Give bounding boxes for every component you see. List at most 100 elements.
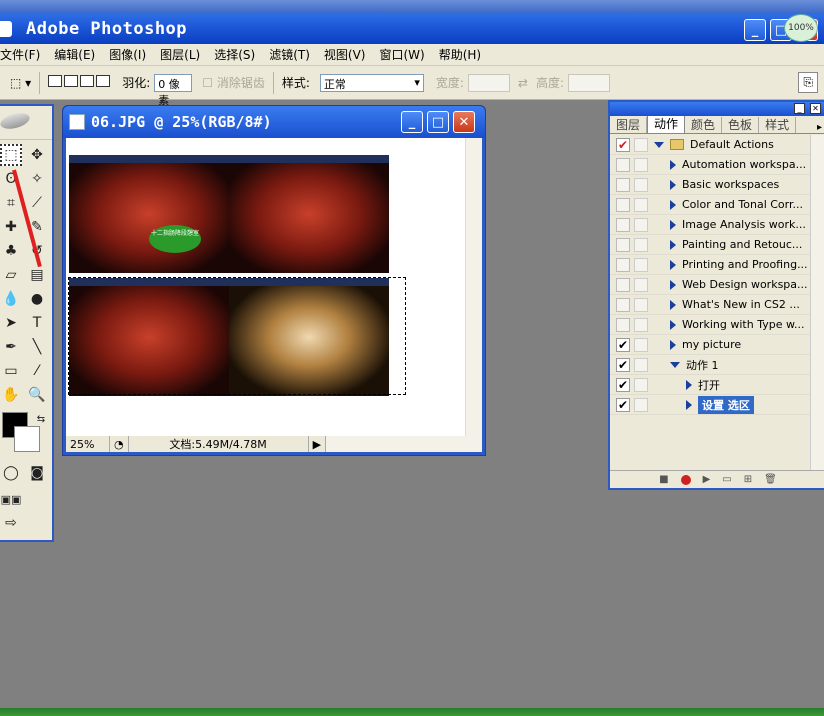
doc-minimize-button[interactable]: _ — [401, 111, 423, 133]
expand-down-icon[interactable] — [670, 361, 680, 368]
dialog-toggle-checkbox[interactable] — [634, 377, 648, 392]
panel-minimize-button[interactable]: _ — [794, 103, 805, 114]
dialog-toggle-checkbox[interactable] — [634, 157, 648, 172]
new-action-icon[interactable]: ⊞ — [744, 474, 752, 485]
new-set-icon[interactable]: ▭ — [722, 474, 731, 485]
panel-tab[interactable]: 动作 — [647, 115, 686, 133]
dialog-toggle-checkbox[interactable] — [634, 197, 648, 212]
action-row[interactable]: Painting and Retouc... — [610, 235, 810, 255]
antialias-checkbox[interactable]: ☐ 消除锯齿 — [202, 74, 265, 91]
dialog-toggle-checkbox[interactable] — [634, 317, 648, 332]
notes-tool-icon[interactable]: ▭ — [0, 360, 22, 382]
stop-icon[interactable]: ■ — [659, 474, 668, 485]
menu-item[interactable]: 窗口(W) — [379, 46, 424, 63]
dialog-toggle-checkbox[interactable] — [634, 337, 648, 352]
status-menu-arrow-icon[interactable]: ▶ — [309, 436, 327, 452]
width-input[interactable] — [467, 73, 510, 92]
toggle-checkbox[interactable]: ✔ — [616, 377, 630, 392]
action-row[interactable]: ✔ Default Actions — [610, 135, 810, 155]
swap-icon[interactable]: ⇄ — [518, 76, 528, 90]
doc-close-button[interactable]: ✕ — [453, 111, 475, 133]
expand-down-icon[interactable] — [654, 141, 664, 148]
expand-right-icon[interactable] — [670, 259, 676, 270]
panel-scrollbar[interactable] — [810, 135, 824, 470]
standard-mode-icon[interactable]: ◯ — [0, 462, 22, 484]
action-row[interactable]: Printing and Proofing... — [610, 255, 810, 275]
menu-item[interactable]: 选择(S) — [214, 46, 255, 63]
document-canvas[interactable]: 十二指肠降段憩室 — [66, 138, 466, 438]
zoom-tool-icon[interactable]: 🔍 — [26, 384, 48, 406]
expand-right-icon[interactable] — [686, 399, 692, 410]
height-input[interactable] — [568, 73, 611, 92]
path-selection-tool-icon[interactable]: ➤ — [0, 312, 22, 334]
toggle-checkbox[interactable]: ✔ — [616, 337, 630, 352]
palette-well-icon[interactable]: ⎘ — [798, 72, 818, 93]
expand-right-icon[interactable] — [670, 299, 676, 310]
action-row[interactable]: Web Design workspa... — [610, 275, 810, 295]
expand-right-icon[interactable] — [670, 159, 676, 170]
panel-tab[interactable]: 样式 — [759, 117, 797, 133]
swap-colors-icon[interactable]: ⇆ — [30, 408, 52, 430]
dialog-toggle-checkbox[interactable] — [634, 237, 648, 252]
feather-input[interactable]: 0 像素 — [154, 73, 193, 107]
gradient-tool-icon[interactable]: ▤ — [26, 264, 48, 286]
panel-tab[interactable]: 色板 — [722, 117, 760, 133]
toggle-checkbox[interactable] — [616, 237, 630, 252]
dodge-tool-icon[interactable]: ● — [26, 288, 48, 310]
status-icon[interactable]: ◔ — [110, 436, 129, 452]
action-row[interactable]: Image Analysis work... — [610, 215, 810, 235]
expand-right-icon[interactable] — [670, 199, 676, 210]
action-row[interactable]: Working with Type w... — [610, 315, 810, 335]
action-row[interactable]: ✔ 打开 — [610, 375, 810, 395]
trash-icon[interactable]: 🗑 — [764, 474, 777, 485]
action-row[interactable]: Color and Tonal Corr... — [610, 195, 810, 215]
dialog-toggle-checkbox[interactable] — [634, 397, 648, 412]
toggle-checkbox[interactable]: ✔ — [616, 397, 630, 412]
slice-tool-icon[interactable]: ⟋ — [26, 192, 48, 214]
toggle-checkbox[interactable]: ✔ — [616, 137, 630, 152]
selection-mode-icons[interactable] — [48, 75, 112, 90]
expand-right-icon[interactable] — [670, 239, 676, 250]
action-row[interactable]: Automation workspa... — [610, 155, 810, 175]
action-row[interactable]: ✔ my picture — [610, 335, 810, 355]
dialog-toggle-checkbox[interactable] — [634, 357, 648, 372]
menu-item[interactable]: 图层(L) — [160, 46, 200, 63]
toggle-checkbox[interactable] — [616, 257, 630, 272]
marquee-preset-icon[interactable]: ⬚ ▾ — [10, 76, 31, 90]
action-row[interactable]: What's New in CS2 ... — [610, 295, 810, 315]
toggle-checkbox[interactable]: ✔ — [616, 357, 630, 372]
clone-stamp-tool-icon[interactable]: ♣ — [0, 240, 22, 262]
menu-item[interactable]: 视图(V) — [324, 46, 366, 63]
move-tool-icon[interactable]: ✥ — [26, 144, 48, 166]
action-row[interactable]: ✔ 动作 1 — [610, 355, 810, 375]
menu-item[interactable]: 滤镜(T) — [269, 46, 310, 63]
style-select[interactable]: 正常 ▾ — [319, 73, 424, 92]
zoom-readout[interactable]: 25% — [66, 436, 110, 452]
menu-item[interactable]: 文件(F) — [0, 46, 40, 63]
toggle-checkbox[interactable] — [616, 317, 630, 332]
expand-right-icon[interactable] — [670, 179, 676, 190]
toggle-checkbox[interactable] — [616, 277, 630, 292]
document-vertical-scrollbar[interactable] — [465, 138, 482, 438]
toggle-checkbox[interactable] — [616, 197, 630, 212]
expand-right-icon[interactable] — [670, 339, 676, 350]
toggle-checkbox[interactable] — [616, 217, 630, 232]
expand-right-icon[interactable] — [670, 279, 676, 290]
dialog-toggle-checkbox[interactable] — [634, 177, 648, 192]
dialog-toggle-checkbox[interactable] — [634, 137, 648, 152]
expand-right-icon[interactable] — [670, 219, 676, 230]
toggle-checkbox[interactable] — [616, 157, 630, 172]
eyedropper-tool-icon[interactable]: ⁄ — [26, 360, 48, 382]
record-icon[interactable] — [680, 474, 691, 485]
dialog-toggle-checkbox[interactable] — [634, 217, 648, 232]
action-row[interactable]: ✔ 设置 选区 — [610, 395, 810, 415]
jump-to-imageready-icon[interactable]: ⇨ — [0, 512, 22, 534]
dialog-toggle-checkbox[interactable] — [634, 277, 648, 292]
dialog-toggle-checkbox[interactable] — [634, 297, 648, 312]
toggle-checkbox[interactable] — [616, 177, 630, 192]
toggle-checkbox[interactable] — [616, 297, 630, 312]
magic-wand-tool-icon[interactable]: ✧ — [26, 168, 48, 190]
pen-tool-icon[interactable]: ✒ — [0, 336, 22, 358]
hand-tool-icon[interactable]: ✋ — [0, 384, 22, 406]
blur-tool-icon[interactable]: 💧 — [0, 288, 22, 310]
